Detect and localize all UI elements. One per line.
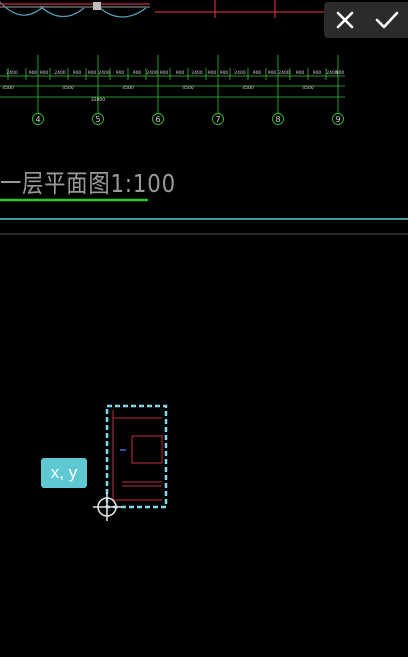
axis-bubble: 4 [32, 113, 44, 125]
dimension-text: 900 [253, 70, 262, 76]
axis-bubble: 9 [332, 113, 344, 125]
dimension-row-1: 2400 900 900 2400 900 900 2400 900 900 2400 900 900… [6, 70, 344, 76]
close-button[interactable] [328, 3, 362, 37]
dimension-text: 900 [176, 70, 185, 76]
dimension-text: 4500 [122, 85, 134, 91]
svg-text:6: 6 [155, 115, 160, 124]
dimension-total: 32800 [91, 97, 105, 103]
dimension-text: 4500 [62, 85, 74, 91]
dimension-text: 2400 [191, 70, 203, 76]
dimension-text: 900 [116, 70, 125, 76]
dimension-text: 900 [268, 70, 277, 76]
axis-bubble: 6 [152, 113, 164, 125]
svg-text:4: 4 [35, 115, 40, 124]
dimension-text: 2400 [6, 70, 18, 76]
axis-bubble: 7 [212, 113, 224, 125]
top-plan-fragment [0, 0, 330, 18]
svg-text:5: 5 [95, 115, 100, 124]
dimension-text: 4500 [2, 85, 14, 91]
dimension-text: 2400 [234, 70, 246, 76]
dimension-text: 900 [29, 70, 38, 76]
dimension-text: 900 [313, 70, 322, 76]
dimension-text: 4500 [182, 85, 194, 91]
dimension-text: 900 [160, 70, 169, 76]
dimension-text: 900 [73, 70, 82, 76]
axis-bubbles: 4 5 6 7 8 9 [32, 113, 344, 125]
crosshair-cursor-icon[interactable] [93, 493, 121, 521]
dimension-text: 900 [336, 70, 345, 76]
dimension-text: 2400 [54, 70, 66, 76]
confirm-button[interactable] [370, 3, 404, 37]
dimension-text: 4500 [242, 85, 254, 91]
svg-text:7: 7 [215, 115, 220, 124]
coordinate-input-button[interactable]: x, y [41, 458, 87, 488]
selected-object[interactable] [105, 404, 168, 509]
axis-bubble: 5 [92, 113, 104, 125]
dimension-text: 900 [296, 70, 305, 76]
dimension-chain [0, 55, 345, 113]
check-icon [375, 11, 399, 29]
svg-text:8: 8 [275, 115, 280, 124]
axis-bubble: 8 [272, 113, 284, 125]
cad-canvas[interactable]: 2400 900 900 2400 900 900 2400 900 900 2400 900 900… [0, 0, 408, 657]
dimension-text: 900 [208, 70, 217, 76]
dimension-text: 2400 [98, 70, 110, 76]
dimension-text: 900 [220, 70, 229, 76]
dimension-text: 900 [88, 70, 97, 76]
drawing-title: 一层平面图1:100 [0, 169, 176, 198]
svg-text:9: 9 [335, 115, 340, 124]
top-toolbar [324, 2, 408, 38]
dimension-text: 900 [133, 70, 142, 76]
dimension-text: 2400 [146, 70, 158, 76]
dimension-text: 4500 [302, 85, 314, 91]
dimension-text: 2400 [278, 70, 290, 76]
close-icon [336, 11, 354, 29]
dimension-text: 900 [40, 70, 49, 76]
